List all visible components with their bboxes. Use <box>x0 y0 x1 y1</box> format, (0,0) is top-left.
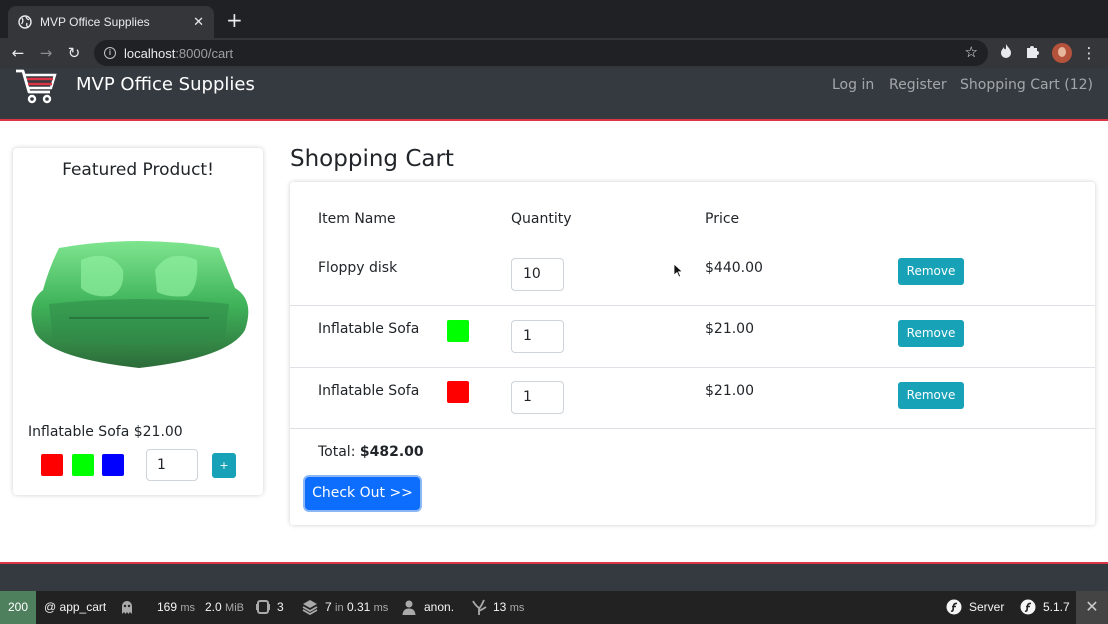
featured-product-card: Featured Product! Inflatable Sofa $21.00… <box>13 148 263 495</box>
remove-button[interactable]: Remove <box>898 382 964 409</box>
site-footer <box>0 562 1108 591</box>
quantity-input[interactable]: 10 <box>511 258 564 291</box>
security-user[interactable]: anon. <box>424 591 454 624</box>
nav-register-link[interactable]: Register <box>889 77 947 93</box>
globe-icon <box>18 15 32 29</box>
item-price: $21.00 <box>705 383 754 399</box>
total-label: Total: <box>318 444 356 460</box>
swatch-green[interactable] <box>72 454 94 476</box>
flame-extension-icon[interactable] <box>997 44 1015 62</box>
item-name: Inflatable Sofa <box>318 383 420 399</box>
bookmark-star-icon[interactable]: ☆ <box>965 43 978 61</box>
route-name[interactable]: @ app_cart <box>44 591 106 624</box>
item-name: Inflatable Sofa <box>318 321 420 337</box>
brand-name[interactable]: MVP Office Supplies <box>76 74 255 95</box>
memory-unit: MiB <box>225 602 244 614</box>
cart-total: Total: $482.00 <box>318 444 424 460</box>
shopping-cart-logo-icon[interactable] <box>14 68 58 106</box>
request-time-value: 169 <box>157 600 178 614</box>
request-time[interactable]: 169 ms <box>157 591 195 624</box>
tab-title: MVP Office Supplies <box>40 15 150 29</box>
inflatable-sofa-image[interactable] <box>29 238 249 370</box>
extensions-puzzle-icon[interactable] <box>1024 44 1042 62</box>
memory-value: 2.0 <box>205 600 222 614</box>
database-layers-icon[interactable] <box>302 599 318 615</box>
profile-avatar[interactable] <box>1052 43 1072 63</box>
request-time-unit: ms <box>180 602 196 614</box>
browser-tab[interactable]: MVP Office Supplies ✕ <box>8 6 214 38</box>
mouse-cursor-icon <box>674 264 684 278</box>
address-bar[interactable]: i localhost:8000/cart ☆ <box>94 40 988 66</box>
site-navbar: MVP Office Supplies Log in Register Shop… <box>0 68 1108 121</box>
remove-button[interactable]: Remove <box>898 258 964 285</box>
database-queries[interactable]: 7 in 0.31 ms <box>325 591 388 624</box>
featured-quantity-input[interactable]: 1 <box>146 449 198 481</box>
item-price: $21.00 <box>705 321 754 337</box>
column-header-price: Price <box>705 211 740 227</box>
cart-table-card: Item Name Quantity Price Floppy disk 10 … <box>290 182 1095 525</box>
url-host: localhost <box>124 45 176 61</box>
twig-icon[interactable] <box>471 599 487 615</box>
forms-icon[interactable] <box>255 599 271 615</box>
swatch-red[interactable] <box>41 454 63 476</box>
symfony-version[interactable]: 5.1.7 <box>1043 591 1070 624</box>
reload-icon[interactable]: ↻ <box>64 43 84 63</box>
browser-toolbar: ← → ↻ i localhost:8000/cart ☆ ⋮ <box>0 38 1108 68</box>
quantity-input[interactable]: 1 <box>511 381 564 414</box>
more-menu-icon[interactable]: ⋮ <box>1080 44 1098 62</box>
close-toolbar-icon[interactable]: ✕ <box>1076 591 1108 624</box>
item-color-swatch <box>447 320 469 342</box>
item-name: Floppy disk <box>318 260 398 276</box>
nav-login-link[interactable]: Log in <box>832 77 874 93</box>
close-tab-icon[interactable]: ✕ <box>193 15 204 30</box>
symfony-version-icon[interactable] <box>1020 599 1036 615</box>
add-to-cart-button[interactable]: + <box>212 453 236 478</box>
checkout-button[interactable]: Check Out >> <box>305 477 420 510</box>
info-icon[interactable]: i <box>104 47 116 59</box>
browser-tab-strip: MVP Office Supplies ✕ + <box>0 0 1108 38</box>
total-value: $482.00 <box>359 444 424 460</box>
db-time-unit: ms <box>373 602 389 614</box>
item-color-swatch <box>447 381 469 403</box>
forward-arrow-icon[interactable]: → <box>36 43 56 63</box>
featured-title: Featured Product! <box>62 160 214 180</box>
new-tab-button[interactable]: + <box>226 10 243 30</box>
page-title: Shopping Cart <box>290 146 454 172</box>
column-header-item-name: Item Name <box>318 211 396 227</box>
url-path: :8000/cart <box>175 45 234 61</box>
twig-time-value: 13 <box>493 600 507 614</box>
quantity-input[interactable]: 1 <box>511 320 564 353</box>
forms-count[interactable]: 3 <box>277 591 284 624</box>
symfony-profiler-toolbar: 200 @ app_cart 169 ms 2.0 MiB 3 7 in 0.3… <box>0 591 1108 624</box>
row-divider <box>290 428 1095 429</box>
status-code-badge[interactable]: 200 <box>0 591 36 624</box>
twig-render-time[interactable]: 13 ms <box>493 591 524 624</box>
server-label[interactable]: Server <box>969 591 1004 624</box>
ghost-icon[interactable] <box>119 599 135 615</box>
swatch-blue[interactable] <box>102 454 124 476</box>
remove-button[interactable]: Remove <box>898 320 964 347</box>
db-time-value: 0.31 <box>346 600 371 614</box>
row-divider <box>290 367 1095 368</box>
column-header-quantity: Quantity <box>511 211 572 227</box>
twig-time-unit: ms <box>509 602 525 614</box>
memory-usage[interactable]: 2.0 MiB <box>205 591 244 624</box>
db-query-count: 7 <box>325 600 332 614</box>
nav-shopping-cart-link[interactable]: Shopping Cart (12) <box>960 77 1093 93</box>
row-divider <box>290 305 1095 306</box>
symfony-logo-icon[interactable] <box>946 599 962 615</box>
db-in-label: in <box>335 602 344 614</box>
user-icon[interactable] <box>401 599 417 615</box>
back-arrow-icon[interactable]: ← <box>8 43 28 63</box>
item-price: $440.00 <box>705 260 763 276</box>
featured-caption: Inflatable Sofa $21.00 <box>28 424 183 440</box>
